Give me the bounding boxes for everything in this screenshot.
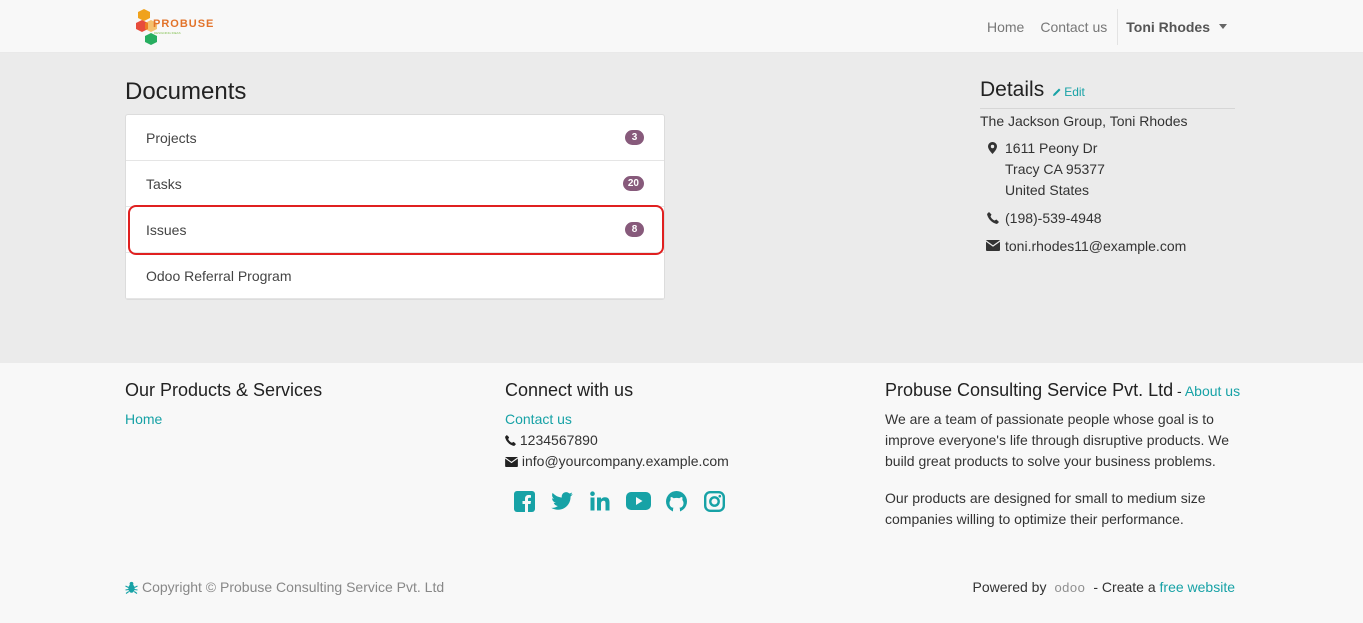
footer-phone-row: 1234567890 bbox=[505, 430, 733, 451]
bug-icon bbox=[125, 581, 138, 594]
details-title: Details bbox=[980, 78, 1045, 101]
top-navbar: PROBUSE DESIGNING IDEAS Home Contact us … bbox=[0, 0, 1363, 53]
nav-contact-link[interactable]: Contact us bbox=[1032, 19, 1115, 35]
about-paragraph-1: We are a team of passionate people whose… bbox=[885, 411, 1230, 469]
footer-products-column: Our Products & Services Home bbox=[125, 380, 322, 430]
footer-home-link[interactable]: Home bbox=[125, 411, 162, 427]
address-line3: United States bbox=[1005, 182, 1090, 198]
youtube-icon[interactable] bbox=[625, 490, 651, 512]
footer-phone: 1234567890 bbox=[519, 432, 598, 448]
list-item-label: Projects bbox=[146, 129, 197, 146]
count-badge: 3 bbox=[625, 130, 644, 145]
address-block: 1611 Peony Dr Tracy CA 95377 United Stat… bbox=[980, 138, 1235, 201]
edit-details-link[interactable]: Edit bbox=[1052, 85, 1085, 99]
address-line1: 1611 Peony Dr bbox=[1005, 140, 1098, 156]
list-item-issues[interactable]: Issues 8 bbox=[126, 207, 664, 253]
social-links bbox=[505, 490, 733, 512]
portal-main: Documents Projects 3 Tasks 20 Issues 8 O… bbox=[0, 53, 1363, 363]
phone-number: (198)-539-4948 bbox=[1005, 210, 1102, 226]
powered-by-text: Powered by bbox=[972, 579, 1047, 595]
edit-label: Edit bbox=[1064, 85, 1085, 99]
twitter-icon[interactable] bbox=[549, 490, 575, 512]
envelope-icon bbox=[504, 457, 519, 467]
envelope-icon bbox=[980, 236, 1005, 257]
count-badge: 20 bbox=[622, 176, 644, 191]
user-name: Toni Rhodes bbox=[1126, 18, 1210, 35]
copyright-row: Copyright © Probuse Consulting Service P… bbox=[125, 579, 444, 595]
logo-text: PROBUSE bbox=[153, 18, 215, 30]
company-contact-name: The Jackson Group, Toni Rhodes bbox=[980, 113, 1188, 129]
count-badge: 8 bbox=[625, 222, 644, 237]
footer-contact-link[interactable]: Contact us bbox=[505, 411, 572, 427]
user-menu-dropdown[interactable]: Toni Rhodes bbox=[1118, 19, 1235, 35]
company-logo[interactable]: PROBUSE DESIGNING IDEAS bbox=[136, 7, 213, 45]
address-line2: Tracy CA 95377 bbox=[1005, 161, 1105, 177]
details-panel: Details Edit The Jackson Group, Toni Rho… bbox=[980, 78, 1235, 257]
company-title: Probuse Consulting Service Pvt. Ltd bbox=[885, 380, 1174, 400]
map-marker-icon bbox=[980, 138, 1005, 201]
footer-email-row: info@yourcompany.example.com bbox=[504, 451, 733, 472]
documents-list: Projects 3 Tasks 20 Issues 8 Odoo Referr… bbox=[125, 114, 665, 300]
odoo-logo[interactable]: odoo bbox=[1054, 580, 1085, 595]
facebook-icon[interactable] bbox=[511, 490, 537, 512]
about-paragraph-2: Our products are designed for small to m… bbox=[885, 490, 1206, 527]
github-icon[interactable] bbox=[663, 490, 689, 512]
phone-row: (198)-539-4948 bbox=[980, 208, 1235, 229]
free-website-link[interactable]: free website bbox=[1160, 579, 1235, 595]
powered-by-row: Powered by odoo - Create a free website bbox=[973, 579, 1235, 595]
nav-home-link[interactable]: Home bbox=[979, 19, 1032, 35]
list-item-label: Issues bbox=[146, 221, 187, 238]
instagram-icon[interactable] bbox=[701, 490, 727, 512]
email-row: toni.rhodes11@example.com bbox=[980, 236, 1235, 257]
pencil-icon bbox=[1053, 88, 1061, 96]
email-address: toni.rhodes11@example.com bbox=[1005, 238, 1187, 254]
copyright-text: Copyright © Probuse Consulting Service P… bbox=[142, 579, 445, 595]
linkedin-icon[interactable] bbox=[587, 490, 613, 512]
caret-down-icon bbox=[1219, 24, 1227, 29]
create-text: - Create a bbox=[1093, 579, 1156, 595]
list-item-label: Tasks bbox=[146, 175, 182, 192]
phone-icon bbox=[980, 208, 1005, 229]
list-item-referral[interactable]: Odoo Referral Program bbox=[126, 253, 664, 299]
connect-title: Connect with us bbox=[505, 380, 634, 400]
list-item-tasks[interactable]: Tasks 20 bbox=[126, 161, 664, 207]
list-item-projects[interactable]: Projects 3 bbox=[126, 115, 664, 161]
site-footer: Our Products & Services Home Connect wit… bbox=[0, 363, 1363, 623]
products-title: Our Products & Services bbox=[125, 380, 323, 400]
list-item-label: Odoo Referral Program bbox=[146, 267, 292, 284]
company-title-row: Probuse Consulting Service Pvt. Ltd - Ab… bbox=[885, 380, 1240, 401]
footer-email: info@yourcompany.example.com bbox=[521, 453, 729, 469]
title-separator: - bbox=[1173, 383, 1185, 399]
about-us-link[interactable]: About us bbox=[1185, 383, 1240, 399]
footer-connect-column: Connect with us Contact us 1234567890 in… bbox=[504, 380, 733, 512]
main-nav: Home Contact us Toni Rhodes bbox=[979, 0, 1235, 53]
phone-icon bbox=[505, 435, 516, 446]
documents-title: Documents bbox=[125, 78, 247, 105]
details-header: Details Edit bbox=[980, 78, 1235, 109]
logo-subtext: DESIGNING IDEAS bbox=[154, 31, 181, 35]
footer-about-column: Probuse Consulting Service Pvt. Ltd - Ab… bbox=[885, 380, 1240, 530]
